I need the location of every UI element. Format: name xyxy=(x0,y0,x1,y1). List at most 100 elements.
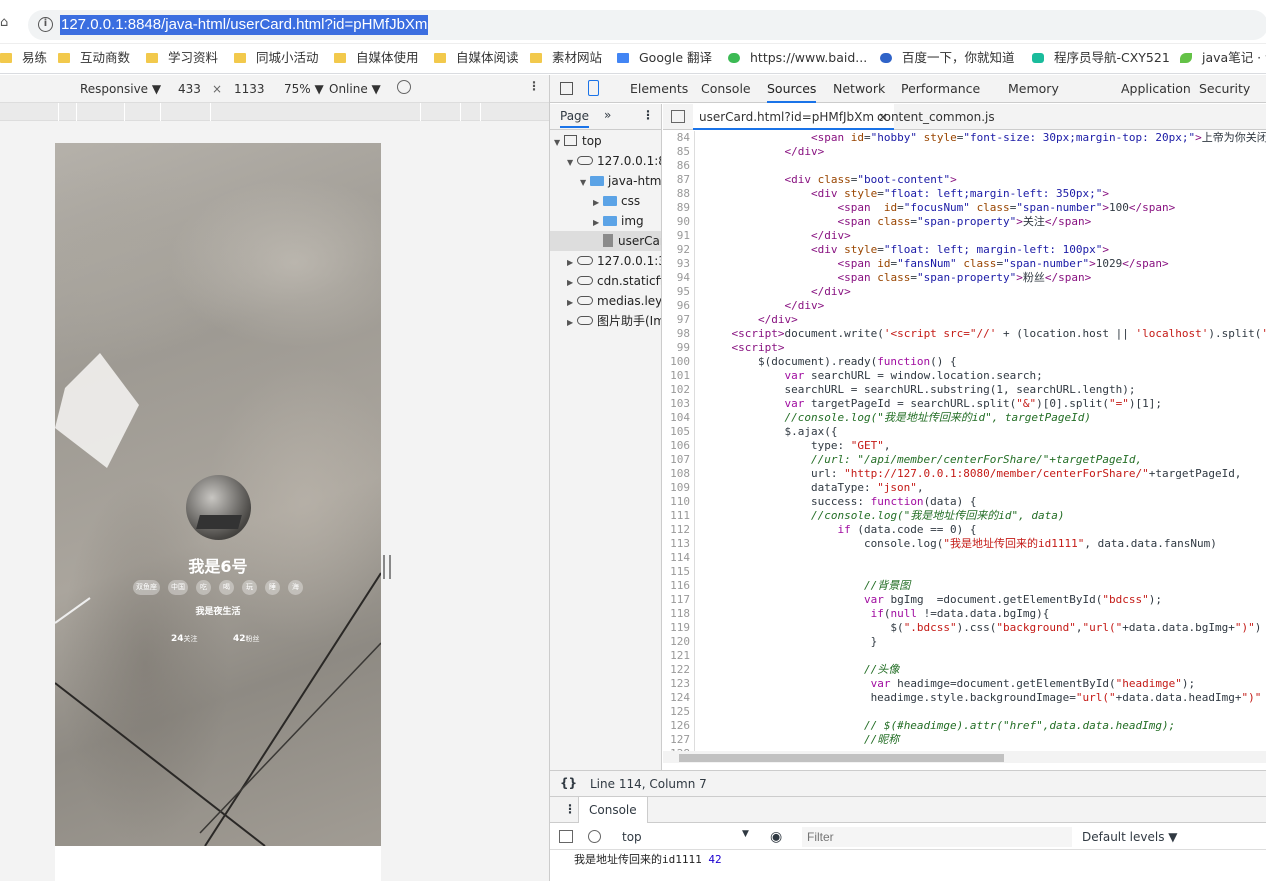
line-number[interactable]: 123 xyxy=(663,677,695,691)
tab-performance[interactable]: Performance xyxy=(901,75,980,103)
media-query-ruler[interactable] xyxy=(0,103,549,121)
line-number[interactable]: 90 xyxy=(663,215,695,229)
line-number[interactable]: 86 xyxy=(663,159,695,173)
expanded-arrow-icon[interactable]: ▼ xyxy=(567,153,577,171)
tab-security[interactable]: Security xyxy=(1199,75,1250,103)
clear-console-icon[interactable] xyxy=(588,830,601,843)
line-number[interactable]: 102 xyxy=(663,383,695,397)
rotate-icon[interactable] xyxy=(397,80,411,94)
pretty-print-icon[interactable]: {} xyxy=(560,776,577,790)
line-number[interactable]: 124 xyxy=(663,691,695,705)
horizontal-scrollbar[interactable] xyxy=(663,751,1266,763)
zoom-select[interactable]: 75% ▼ xyxy=(284,82,324,96)
tree-item[interactable]: ▶ cdn.staticfile xyxy=(550,271,661,291)
bookmark-item[interactable]: Google 翻译 xyxy=(617,44,712,73)
line-number[interactable]: 120 xyxy=(663,635,695,649)
context-dropdown-icon[interactable]: ▼ xyxy=(742,829,749,839)
line-number[interactable]: 125 xyxy=(663,705,695,719)
line-number[interactable]: 107 xyxy=(663,453,695,467)
device-width-input[interactable]: 433 xyxy=(178,82,201,96)
tree-item[interactable]: ▶ medias.leyu xyxy=(550,291,661,311)
tree-item[interactable]: ▶ img xyxy=(550,211,661,231)
line-number[interactable]: 110 xyxy=(663,495,695,509)
bookmark-item[interactable]: 自媒体使用 xyxy=(334,44,419,73)
expanded-arrow-icon[interactable]: ▼ xyxy=(580,173,590,191)
tree-item[interactable]: ▼ 127.0.0.1:8848 xyxy=(550,151,661,171)
tab-application[interactable]: Application xyxy=(1121,75,1191,103)
line-number[interactable]: 94 xyxy=(663,271,695,285)
line-number[interactable]: 108 xyxy=(663,467,695,481)
device-toggle-icon[interactable] xyxy=(588,80,599,96)
device-height-input[interactable]: 1133 xyxy=(234,82,265,96)
log-levels-select[interactable]: Default levels ▼ xyxy=(1082,830,1178,844)
editor-tab[interactable]: content_common.js xyxy=(877,104,995,130)
url-text[interactable]: 127.0.0.1:8848/java-html/userCard.html?i… xyxy=(60,15,429,35)
bookmark-item[interactable]: https://www.baid... xyxy=(728,44,867,73)
line-number[interactable]: 104 xyxy=(663,411,695,425)
tab-memory[interactable]: Memory xyxy=(1008,75,1059,103)
collapsed-arrow-icon[interactable]: ▶ xyxy=(567,273,577,291)
tab-sources[interactable]: Sources xyxy=(767,75,817,103)
line-number[interactable]: 127 xyxy=(663,733,695,747)
line-number[interactable]: 96 xyxy=(663,299,695,313)
collapsed-arrow-icon[interactable]: ▶ xyxy=(593,193,603,211)
line-number[interactable]: 117 xyxy=(663,593,695,607)
info-icon[interactable]: i xyxy=(38,17,53,32)
collapsed-arrow-icon[interactable]: ▶ xyxy=(567,253,577,271)
line-number[interactable]: 101 xyxy=(663,369,695,383)
line-number[interactable]: 95 xyxy=(663,285,695,299)
tree-item[interactable]: userCard.html xyxy=(550,231,661,251)
tree-item[interactable]: ▼ top xyxy=(550,131,661,151)
bookmark-item[interactable]: 自媒体阅读 xyxy=(434,44,519,73)
tab-console-drawer[interactable]: Console xyxy=(578,797,648,823)
drawer-menu-icon[interactable]: ⋮ xyxy=(564,802,576,816)
line-number[interactable]: 106 xyxy=(663,439,695,453)
bookmark-item[interactable]: 易练 xyxy=(0,44,47,73)
navigator-menu-icon[interactable]: ⋮ xyxy=(642,108,654,122)
line-number[interactable]: 111 xyxy=(663,509,695,523)
line-number[interactable]: 93 xyxy=(663,257,695,271)
tree-item[interactable]: ▼ java-html xyxy=(550,171,661,191)
line-number[interactable]: 122 xyxy=(663,663,695,677)
bookmark-item[interactable]: 程序员导航-CXY521 xyxy=(1032,44,1170,73)
expanded-arrow-icon[interactable]: ▼ xyxy=(554,133,564,151)
line-number[interactable]: 98 xyxy=(663,327,695,341)
line-number[interactable]: 121 xyxy=(663,649,695,663)
line-number[interactable]: 84 xyxy=(663,131,695,145)
toggle-navigator-icon[interactable] xyxy=(671,110,685,123)
line-number[interactable]: 114 xyxy=(663,551,695,565)
bookmark-item[interactable]: 学习资料 xyxy=(146,44,218,73)
collapsed-arrow-icon[interactable]: ▶ xyxy=(567,293,577,311)
inspect-element-icon[interactable] xyxy=(560,82,573,95)
editor-tab[interactable]: userCard.html?id=pHMfJbXm × xyxy=(693,104,894,130)
line-number[interactable]: 115 xyxy=(663,565,695,579)
line-number[interactable]: 109 xyxy=(663,481,695,495)
line-number[interactable]: 89 xyxy=(663,201,695,215)
more-tabs-icon[interactable]: » xyxy=(604,108,611,122)
line-number[interactable]: 119 xyxy=(663,621,695,635)
line-number[interactable]: 100 xyxy=(663,355,695,369)
more-options-icon[interactable]: ⋮ xyxy=(528,79,540,93)
tab-network[interactable]: Network xyxy=(833,75,885,103)
collapsed-arrow-icon[interactable]: ▶ xyxy=(567,313,577,331)
line-number[interactable]: 103 xyxy=(663,397,695,411)
line-number[interactable]: 85 xyxy=(663,145,695,159)
tab-elements[interactable]: Elements xyxy=(630,75,688,103)
home-icon[interactable]: ⌂ xyxy=(0,15,12,30)
bookmark-item[interactable]: 素材网站 xyxy=(530,44,602,73)
line-number[interactable]: 118 xyxy=(663,607,695,621)
line-number[interactable]: 92 xyxy=(663,243,695,257)
console-filter-input[interactable] xyxy=(802,827,1072,847)
tree-item[interactable]: ▶ 图片助手(Im xyxy=(550,311,661,331)
tab-page[interactable]: Page xyxy=(560,109,590,128)
viewport-resize-handle[interactable] xyxy=(383,555,391,579)
line-number[interactable]: 91 xyxy=(663,229,695,243)
address-bar[interactable]: i 127.0.0.1:8848/java-html/userCard.html… xyxy=(28,10,1266,40)
collapsed-arrow-icon[interactable]: ▶ xyxy=(593,213,603,231)
line-number[interactable]: 105 xyxy=(663,425,695,439)
bookmark-item[interactable]: java笔记 · 语 xyxy=(1180,44,1266,73)
line-number[interactable]: 88 xyxy=(663,187,695,201)
network-throttle-select[interactable]: Online ▼ xyxy=(329,82,381,96)
source-code[interactable]: 84 <span id="hobby" style="font-size: 30… xyxy=(663,131,1266,751)
line-number[interactable]: 112 xyxy=(663,523,695,537)
